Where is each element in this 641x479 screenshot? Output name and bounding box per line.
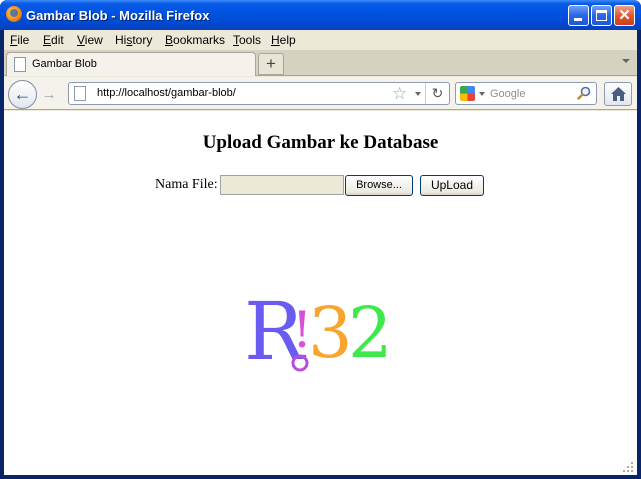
page-icon [14, 57, 26, 72]
url-dropdown-icon[interactable] [415, 92, 421, 96]
upload-form: Nama File: Browse... UpLoad [4, 174, 637, 196]
close-button[interactable]: ✕ [614, 5, 635, 26]
menu-bar: File Edit View History Bookmarks Tools H… [4, 30, 637, 50]
tab-gambar-blob[interactable]: Gambar Blob [6, 52, 256, 76]
menu-file[interactable]: File [10, 33, 29, 47]
tab-strip: Gambar Blob + [4, 50, 637, 76]
r32-logo: R ! 3 2 [244, 287, 393, 378]
menu-bookmarks[interactable]: Bookmarks [165, 33, 225, 47]
back-button[interactable]: ← [8, 80, 37, 109]
logo-digit-2: 2 [348, 292, 393, 374]
forward-button[interactable]: → [38, 85, 60, 105]
tab-label: Gambar Blob [32, 58, 97, 70]
menu-tools[interactable]: Tools [233, 33, 261, 47]
google-icon[interactable] [460, 86, 475, 101]
file-path-field[interactable] [220, 175, 344, 195]
menu-help[interactable]: Help [271, 33, 296, 47]
browse-button[interactable]: Browse... [345, 175, 413, 196]
search-input[interactable] [490, 86, 572, 101]
maximize-button[interactable] [591, 5, 612, 26]
browser-client: File Edit View History Bookmarks Tools H… [4, 30, 637, 475]
minimize-icon [574, 18, 582, 21]
browser-window: Gambar Blob - Mozilla Firefox ✕ File Edi… [0, 0, 641, 479]
page-content: Upload Gambar ke Database Nama File: Bro… [4, 111, 637, 475]
search-engine-dropdown-icon[interactable] [479, 92, 485, 96]
resize-grip-icon[interactable] [622, 461, 634, 473]
window-title: Gambar Blob - Mozilla Firefox [26, 8, 210, 23]
menu-edit[interactable]: Edit [43, 33, 64, 47]
reload-icon[interactable]: ↻ [425, 83, 449, 104]
title-bar[interactable]: Gambar Blob - Mozilla Firefox ✕ [0, 0, 641, 30]
url-bar[interactable]: http://localhost/gambar-blob/ ☆ ↻ [68, 82, 450, 105]
home-button[interactable] [604, 82, 632, 106]
bookmark-star-icon[interactable]: ☆ [392, 84, 407, 104]
menu-view[interactable]: View [77, 33, 103, 47]
maximize-icon [596, 10, 607, 21]
url-text[interactable]: http://localhost/gambar-blob/ [97, 87, 236, 99]
home-icon [611, 87, 626, 101]
minimize-button[interactable] [568, 5, 589, 26]
upload-button[interactable]: UpLoad [420, 175, 484, 196]
file-label: Nama File: [155, 177, 218, 192]
new-tab-button[interactable]: + [258, 53, 284, 75]
search-bar[interactable] [455, 82, 597, 105]
logo-digit-3: 3 [308, 292, 353, 374]
tab-list-arrow-icon[interactable] [622, 59, 630, 63]
navigation-bar: ← → http://localhost/gambar-blob/ ☆ ↻ [4, 77, 637, 110]
firefox-icon [6, 6, 22, 22]
search-icon[interactable] [577, 86, 591, 100]
menu-history[interactable]: History [115, 33, 152, 47]
close-icon: ✕ [618, 7, 631, 24]
page-title: Upload Gambar ke Database [202, 132, 439, 153]
page-icon [74, 86, 86, 101]
